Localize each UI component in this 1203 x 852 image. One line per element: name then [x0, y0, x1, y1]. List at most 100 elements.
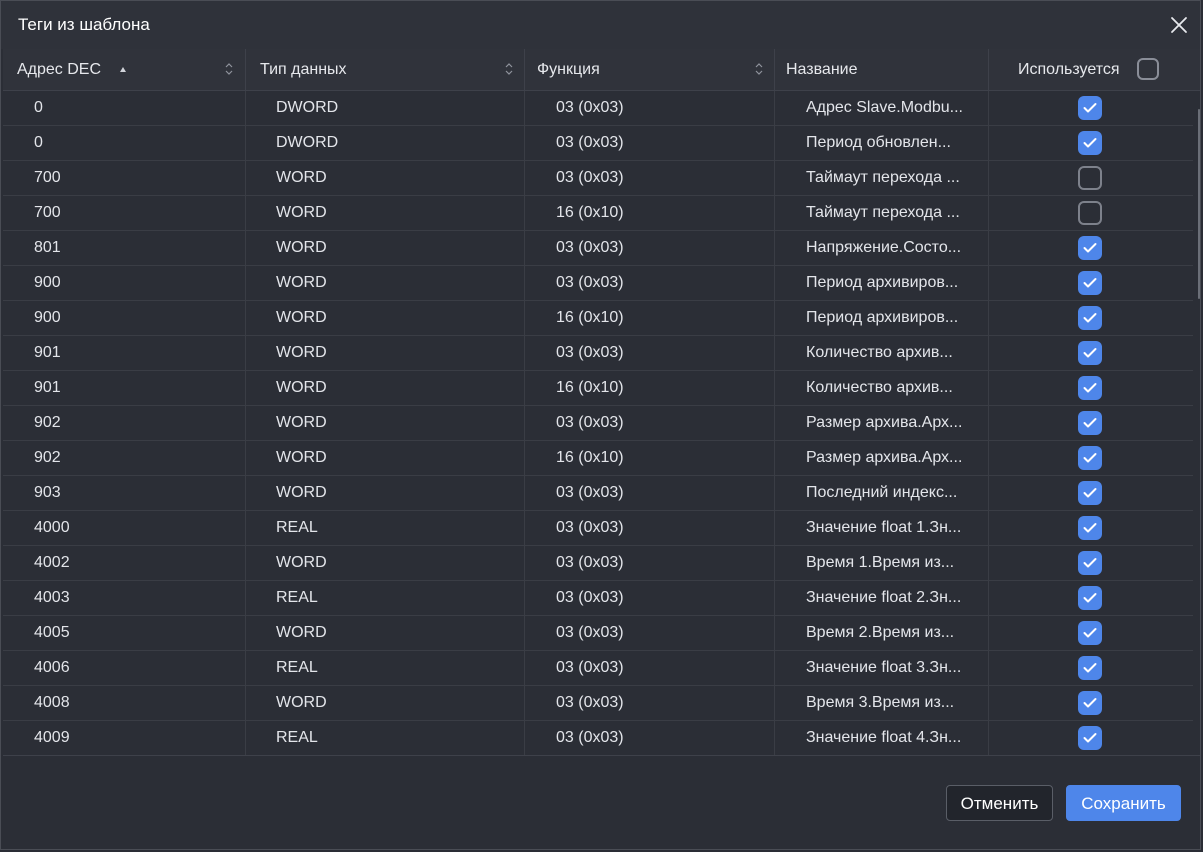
check-icon	[1083, 138, 1097, 148]
cell-used	[989, 91, 1193, 125]
table-row[interactable]: 901 WORD 16 (0x10) Количество архив...	[3, 371, 1193, 406]
table-row[interactable]: 901 WORD 03 (0x03) Количество архив...	[3, 336, 1193, 371]
cell-function: 03 (0x03)	[525, 721, 775, 755]
cell-address: 4005	[3, 616, 246, 650]
check-icon	[1083, 243, 1097, 253]
checkbox-checked[interactable]	[1078, 236, 1102, 260]
close-icon[interactable]	[1167, 13, 1191, 37]
cancel-button[interactable]: Отменить	[946, 785, 1053, 821]
checkbox-checked[interactable]	[1078, 96, 1102, 120]
cell-address: 900	[3, 301, 246, 335]
checkbox-checked[interactable]	[1078, 306, 1102, 330]
cell-data-type: REAL	[246, 581, 525, 615]
table-row[interactable]: 4000 REAL 03 (0x03) Значение float 1.Зн...	[3, 511, 1193, 546]
cell-name: Таймаут перехода ...	[775, 161, 989, 195]
cell-data-type: WORD	[246, 686, 525, 720]
checkbox-checked[interactable]	[1078, 376, 1102, 400]
checkbox-checked[interactable]	[1078, 481, 1102, 505]
checkbox-checked[interactable]	[1078, 586, 1102, 610]
cell-data-type: WORD	[246, 441, 525, 475]
vertical-scrollbar[interactable]	[1198, 109, 1200, 299]
cell-function: 03 (0x03)	[525, 581, 775, 615]
cell-function: 16 (0x10)	[525, 301, 775, 335]
cell-used	[989, 721, 1193, 755]
sort-toggle-icon[interactable]	[754, 60, 764, 78]
check-icon	[1083, 278, 1097, 288]
checkbox-checked[interactable]	[1078, 656, 1102, 680]
checkbox-checked[interactable]	[1078, 411, 1102, 435]
select-all-checkbox[interactable]	[1137, 58, 1159, 80]
dialog-footer: Отменить Сохранить	[1, 757, 1200, 849]
column-header-function[interactable]: Функция	[525, 49, 775, 90]
check-icon	[1083, 488, 1097, 498]
cell-data-type: WORD	[246, 266, 525, 300]
cell-function: 03 (0x03)	[525, 406, 775, 440]
column-header-used: Используется	[989, 49, 1200, 90]
checkbox-checked[interactable]	[1078, 446, 1102, 470]
column-header-type[interactable]: Тип данных	[246, 49, 525, 90]
cell-data-type: WORD	[246, 476, 525, 510]
checkbox-unchecked[interactable]	[1078, 201, 1102, 225]
cell-address: 4008	[3, 686, 246, 720]
column-header-label: Название	[786, 61, 858, 78]
check-icon	[1083, 593, 1097, 603]
cell-address: 4002	[3, 546, 246, 580]
cell-name: Последний индекс...	[775, 476, 989, 510]
cell-data-type: WORD	[246, 336, 525, 370]
table-row[interactable]: 4003 REAL 03 (0x03) Значение float 2.Зн...	[3, 581, 1193, 616]
column-header-name[interactable]: Название	[775, 49, 989, 90]
table-row[interactable]: 4006 REAL 03 (0x03) Значение float 3.Зн...	[3, 651, 1193, 686]
table-row[interactable]: 0 DWORD 03 (0x03) Период обновлен...	[3, 126, 1193, 161]
cell-address: 901	[3, 336, 246, 370]
cell-used	[989, 266, 1193, 300]
column-header-address[interactable]: Адрес DEC	[3, 49, 246, 90]
checkbox-checked[interactable]	[1078, 691, 1102, 715]
table-row[interactable]: 902 WORD 03 (0x03) Размер архива.Арх...	[3, 406, 1193, 441]
checkbox-checked[interactable]	[1078, 341, 1102, 365]
cell-data-type: REAL	[246, 511, 525, 545]
check-icon	[1083, 103, 1097, 113]
checkbox-checked[interactable]	[1078, 131, 1102, 155]
table-row[interactable]: 4002 WORD 03 (0x03) Время 1.Время из...	[3, 546, 1193, 581]
cell-used	[989, 196, 1193, 230]
table-row[interactable]: 4009 REAL 03 (0x03) Значение float 4.Зн...	[3, 721, 1193, 755]
cell-data-type: REAL	[246, 651, 525, 685]
checkbox-unchecked[interactable]	[1078, 166, 1102, 190]
cell-used	[989, 616, 1193, 650]
checkbox-checked[interactable]	[1078, 516, 1102, 540]
table-row[interactable]: 900 WORD 16 (0x10) Период архивиров...	[3, 301, 1193, 336]
cell-name: Размер архива.Арх...	[775, 406, 989, 440]
table-row[interactable]: 700 WORD 16 (0x10) Таймаут перехода ...	[3, 196, 1193, 231]
table-header: Адрес DEC Тип данных Функция Название Ис…	[3, 49, 1200, 91]
cell-name: Значение float 4.Зн...	[775, 721, 989, 755]
table-row[interactable]: 4008 WORD 03 (0x03) Время 3.Время из...	[3, 686, 1193, 721]
checkbox-checked[interactable]	[1078, 551, 1102, 575]
save-button[interactable]: Сохранить	[1066, 785, 1181, 821]
cell-data-type: WORD	[246, 406, 525, 440]
cell-address: 901	[3, 371, 246, 405]
cell-name: Напряжение.Состо...	[775, 231, 989, 265]
cell-function: 16 (0x10)	[525, 196, 775, 230]
cell-data-type: WORD	[246, 196, 525, 230]
checkbox-checked[interactable]	[1078, 271, 1102, 295]
table-row[interactable]: 0 DWORD 03 (0x03) Адрес Slave.Modbu...	[3, 91, 1193, 126]
cell-function: 03 (0x03)	[525, 651, 775, 685]
table-row[interactable]: 801 WORD 03 (0x03) Напряжение.Состо...	[3, 231, 1193, 266]
cell-address: 4006	[3, 651, 246, 685]
cell-used	[989, 126, 1193, 160]
checkbox-checked[interactable]	[1078, 621, 1102, 645]
checkbox-checked[interactable]	[1078, 726, 1102, 750]
check-icon	[1083, 523, 1097, 533]
check-icon	[1083, 698, 1097, 708]
table-row[interactable]: 903 WORD 03 (0x03) Последний индекс...	[3, 476, 1193, 511]
check-icon	[1083, 628, 1097, 638]
sort-toggle-icon[interactable]	[504, 60, 514, 78]
cell-address: 0	[3, 91, 246, 125]
sort-toggle-icon[interactable]	[224, 60, 234, 78]
table-row[interactable]: 902 WORD 16 (0x10) Размер архива.Арх...	[3, 441, 1193, 476]
table-row[interactable]: 4005 WORD 03 (0x03) Время 2.Время из...	[3, 616, 1193, 651]
table-row[interactable]: 900 WORD 03 (0x03) Период архивиров...	[3, 266, 1193, 301]
cell-name: Период архивиров...	[775, 266, 989, 300]
table-row[interactable]: 700 WORD 03 (0x03) Таймаут перехода ...	[3, 161, 1193, 196]
cell-data-type: WORD	[246, 301, 525, 335]
